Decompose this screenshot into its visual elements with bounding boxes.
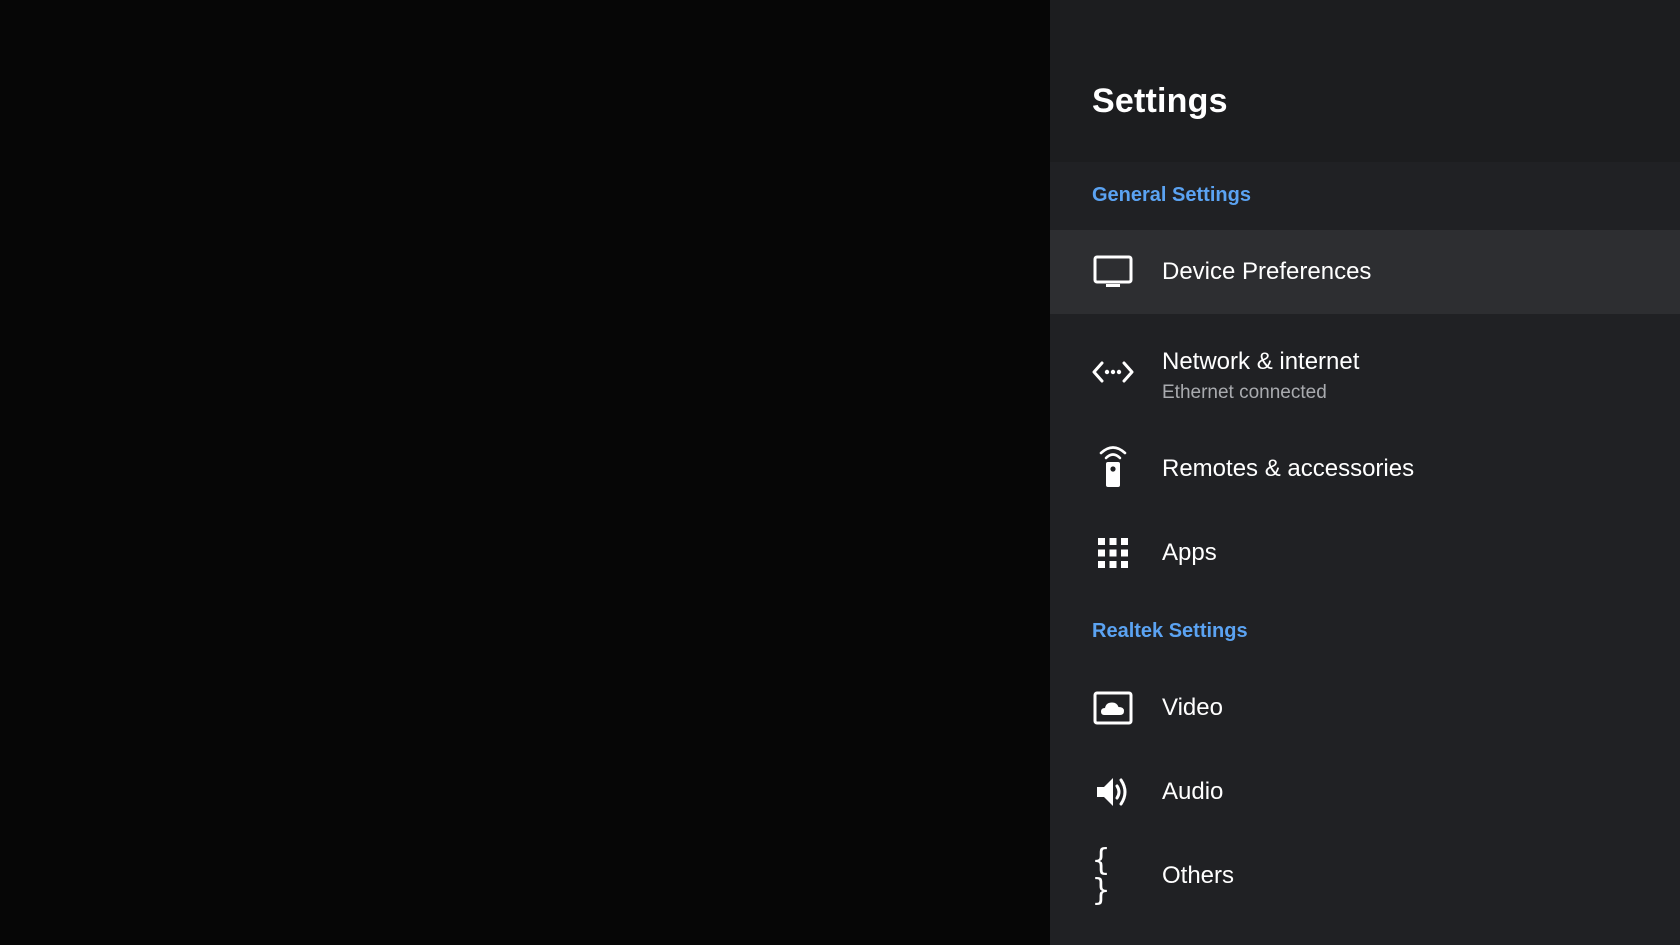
menu-item-label: Device Preferences bbox=[1162, 258, 1372, 285]
menu-item-network-internet[interactable]: Network & internet Ethernet connected bbox=[1050, 330, 1680, 414]
menu-item-label: Video bbox=[1162, 694, 1223, 721]
remote-icon bbox=[1092, 441, 1134, 489]
braces-icon: { } bbox=[1092, 843, 1113, 908]
menu-item-label: Others bbox=[1162, 862, 1235, 889]
menu-item-apps[interactable]: Apps bbox=[1050, 511, 1680, 595]
section-heading-realtek: Realtek Settings bbox=[1092, 620, 1248, 642]
menu-item-label: Network & internet bbox=[1162, 348, 1360, 375]
page-title: Settings bbox=[1092, 82, 1228, 120]
menu-item-label: Apps bbox=[1162, 539, 1217, 566]
menu-item-audio[interactable]: Audio bbox=[1050, 750, 1680, 834]
menu-item-video[interactable]: Video bbox=[1050, 666, 1680, 750]
menu-item-label: Remotes & accessories bbox=[1162, 455, 1415, 482]
audio-icon bbox=[1092, 771, 1134, 813]
section-heading-general: General Settings bbox=[1092, 184, 1251, 206]
apps-grid-icon bbox=[1092, 532, 1134, 574]
panel-header: Settings bbox=[1050, 0, 1680, 162]
menu-item-sublabel: Ethernet connected bbox=[1162, 382, 1327, 403]
settings-panel: Settings General Settings Device Prefere… bbox=[1050, 0, 1680, 945]
network-icon bbox=[1092, 351, 1134, 393]
menu-item-remotes-accessories[interactable]: Remotes & accessories bbox=[1050, 427, 1680, 511]
menu-item-others[interactable]: { } Others bbox=[1050, 834, 1680, 918]
tv-icon bbox=[1092, 251, 1134, 293]
menu-item-label: Audio bbox=[1162, 778, 1224, 805]
tv-screen: Settings General Settings Device Prefere… bbox=[0, 0, 1680, 945]
menu-item-device-preferences[interactable]: Device Preferences bbox=[1050, 230, 1680, 314]
video-icon bbox=[1092, 687, 1134, 729]
background-area bbox=[0, 0, 1050, 945]
